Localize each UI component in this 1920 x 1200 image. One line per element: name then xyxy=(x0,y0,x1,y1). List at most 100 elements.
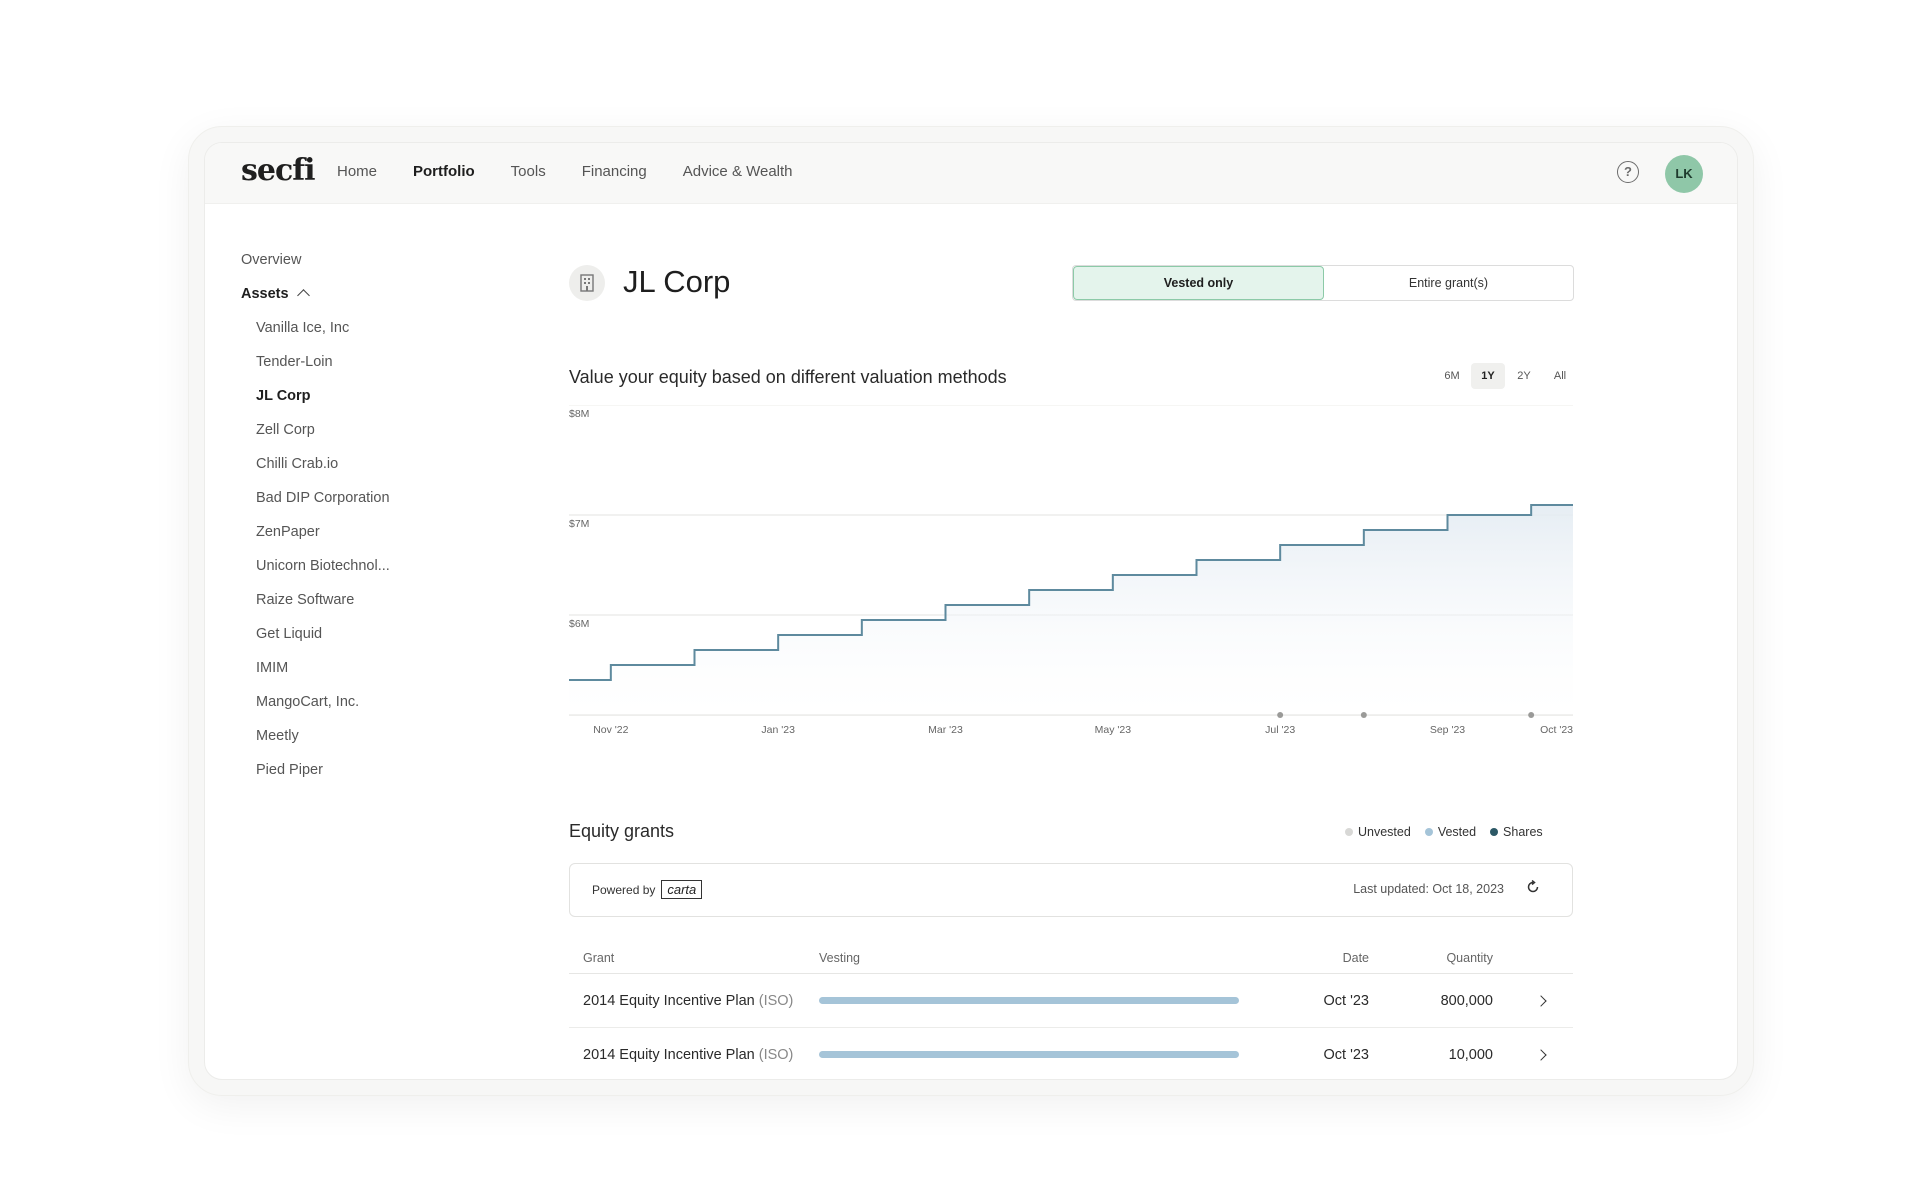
range-6m[interactable]: 6M xyxy=(1435,363,1469,389)
x-tick-label: May '23 xyxy=(1095,724,1132,735)
sidebar-asset[interactable]: IMIM xyxy=(241,651,461,685)
legend-label: Vested xyxy=(1437,825,1477,839)
sidebar-assets-label: Assets xyxy=(241,286,289,302)
grant-quantity: 800,000 xyxy=(1440,992,1493,1009)
time-range-selector: 6M 1Y 2Y All xyxy=(1433,363,1577,389)
event-marker xyxy=(1360,712,1367,718)
equity-grants-heading: Equity grants xyxy=(569,821,675,841)
table-header: Grant Vesting Date Quantity xyxy=(569,943,1573,974)
row-action xyxy=(1493,993,1573,1009)
grant-name: 2014 Equity Incentive Plan (ISO) xyxy=(569,993,819,1009)
nav-links: Home Portfolio Tools Financing Advice & … xyxy=(337,163,829,180)
sidebar-asset[interactable]: Zell Corp xyxy=(241,413,461,447)
toggle-entire-grants[interactable]: Entire grant(s) xyxy=(1324,266,1573,300)
sidebar-asset[interactable]: Meetly xyxy=(241,719,461,753)
range-all[interactable]: All xyxy=(1543,363,1577,389)
range-1y[interactable]: 1Y xyxy=(1471,363,1505,389)
equity-legend: Unvested Vested Shares xyxy=(1345,825,1557,839)
x-tick-label: Jul '23 xyxy=(1265,724,1295,735)
data-source-bar: Powered by carta Last updated: Oct 18, 2… xyxy=(569,863,1573,917)
x-tick-label: Sep '23 xyxy=(1430,724,1465,735)
chevron-up-icon xyxy=(296,289,310,302)
grant-plan: 2014 Equity Incentive Plan xyxy=(583,1046,755,1063)
app-window: secfi Home Portfolio Tools Financing Adv… xyxy=(204,142,1738,1080)
grant-plan: 2014 Equity Incentive Plan xyxy=(583,992,755,1009)
grant-type: (ISO) xyxy=(758,1046,794,1063)
x-tick-label: Oct '23 xyxy=(1540,724,1573,735)
grants-table: Grant Vesting Date Quantity 2014 Equity … xyxy=(569,943,1573,1079)
sidebar-item-assets[interactable]: Assets xyxy=(241,277,461,311)
sidebar-asset[interactable]: ZenPaper xyxy=(241,515,461,549)
legend-unvested: Unvested xyxy=(1345,825,1411,839)
sidebar-asset[interactable]: Unicorn Biotechnol... xyxy=(241,549,461,583)
sidebar-asset[interactable]: Tender-Loin xyxy=(241,345,461,379)
col-actions xyxy=(1493,943,1573,973)
valuation-chart: $6M $7M $8M Nov '22 Jan '23 Mar '23 May '23 Jul… xyxy=(569,405,1573,735)
series-area xyxy=(569,505,1573,715)
sidebar-asset[interactable]: Raize Software xyxy=(241,583,461,617)
legend-label: Unvested xyxy=(1358,825,1411,839)
sidebar-asset[interactable]: Bad DIP Corporation xyxy=(241,481,461,515)
event-marker xyxy=(1277,712,1284,718)
building-icon xyxy=(569,265,605,301)
x-tick-label: Mar '23 xyxy=(928,724,963,735)
avatar[interactable]: LK xyxy=(1665,155,1703,193)
sidebar-asset[interactable]: Chilli Crab.io xyxy=(241,447,461,481)
help-icon[interactable]: ? xyxy=(1617,161,1639,183)
last-updated: Last updated: Oct 18, 2023 xyxy=(1353,882,1504,896)
grant-type: (ISO) xyxy=(758,992,794,1009)
chevron-right-icon[interactable] xyxy=(1535,1048,1547,1061)
sidebar-asset[interactable]: Get Liquid xyxy=(241,617,461,651)
sidebar-item-overview[interactable]: Overview xyxy=(241,243,461,277)
vesting-cell xyxy=(819,997,1269,1004)
powered-by: Powered by carta xyxy=(592,880,703,899)
legend-label: Shares xyxy=(1503,825,1543,839)
toggle-vested-only[interactable]: Vested only xyxy=(1073,266,1324,300)
chevron-right-icon[interactable] xyxy=(1535,994,1547,1007)
vesting-cell xyxy=(819,1051,1269,1058)
sidebar: Overview Assets Vanilla Ice, Inc Tender-… xyxy=(241,243,461,787)
grant-date: Oct '23 xyxy=(1323,992,1369,1009)
legend-vested: Vested xyxy=(1424,825,1477,839)
top-navigation: secfi Home Portfolio Tools Financing Adv… xyxy=(205,143,1737,204)
sidebar-asset[interactable]: Vanilla Ice, Inc xyxy=(241,311,461,345)
table-row[interactable]: 2014 Equity Incentive Plan (ISO) Oct '23… xyxy=(569,1028,1573,1079)
vesting-bar xyxy=(819,1051,1239,1058)
nav-advice-wealth[interactable]: Advice & Wealth xyxy=(683,163,793,180)
logo[interactable]: secfi xyxy=(241,153,316,188)
sidebar-asset-selected[interactable]: JL Corp xyxy=(241,379,461,413)
col-quantity: Quantity xyxy=(1446,951,1493,965)
legend-shares: Shares xyxy=(1490,825,1543,839)
y-tick-label: $7M xyxy=(569,518,589,530)
vesting-bar xyxy=(819,997,1239,1004)
y-tick-label: $8M xyxy=(569,408,589,420)
grant-date: Oct '23 xyxy=(1323,1046,1369,1063)
col-grant: Grant xyxy=(583,951,615,965)
event-marker xyxy=(1528,712,1535,718)
legend-dot-vested xyxy=(1424,828,1433,836)
range-2y[interactable]: 2Y xyxy=(1507,363,1541,389)
refresh-icon[interactable] xyxy=(1526,880,1540,894)
y-tick-label: $6M xyxy=(569,618,589,630)
legend-dot-unvested xyxy=(1345,828,1353,836)
nav-home[interactable]: Home xyxy=(337,163,377,180)
col-date: Date xyxy=(1342,951,1369,965)
vesting-toggle: Vested only Entire grant(s) xyxy=(1072,265,1574,301)
chart-heading: Value your equity based on different val… xyxy=(569,367,1007,387)
powered-by-label: Powered by xyxy=(592,882,656,897)
carta-logo: carta xyxy=(661,880,703,899)
col-vesting: Vesting xyxy=(819,951,861,965)
grant-name: 2014 Equity Incentive Plan (ISO) xyxy=(569,1047,819,1063)
sidebar-asset[interactable]: MangoCart, Inc. xyxy=(241,685,461,719)
grant-quantity: 10,000 xyxy=(1448,1046,1493,1063)
page-title: JL Corp xyxy=(623,264,731,299)
row-action xyxy=(1493,1047,1573,1063)
nav-financing[interactable]: Financing xyxy=(582,163,647,180)
x-tick-label: Nov '22 xyxy=(593,724,628,735)
nav-portfolio[interactable]: Portfolio xyxy=(413,163,475,180)
x-tick-label: Jan '23 xyxy=(761,724,795,735)
table-row[interactable]: 2014 Equity Incentive Plan (ISO) Oct '23… xyxy=(569,974,1573,1028)
nav-tools[interactable]: Tools xyxy=(511,163,546,180)
legend-dot-shares xyxy=(1490,828,1499,836)
sidebar-asset[interactable]: Pied Piper xyxy=(241,753,461,787)
